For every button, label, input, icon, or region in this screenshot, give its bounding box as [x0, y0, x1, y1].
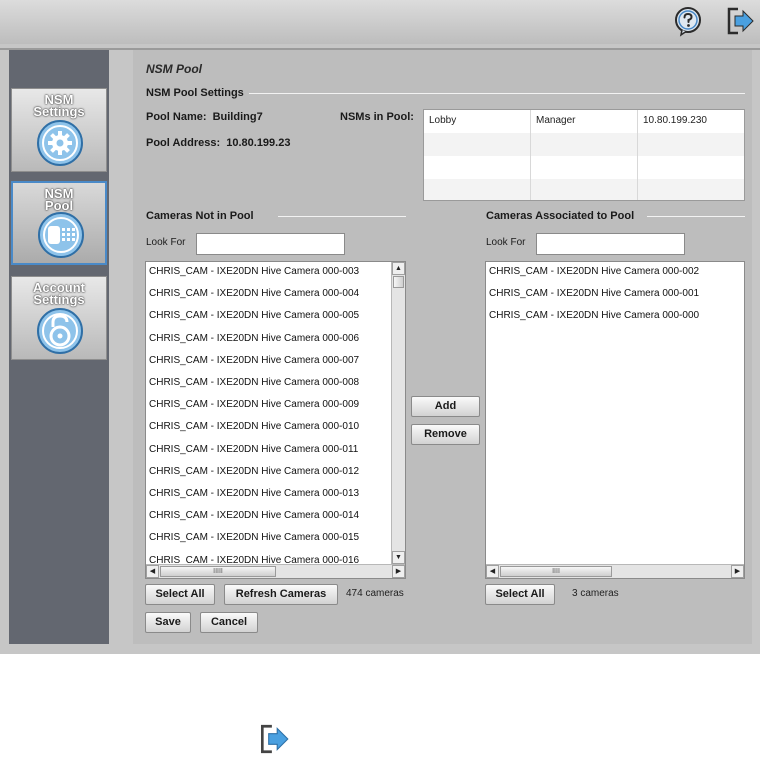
pool-name-label: Pool Name: Building7 — [146, 111, 263, 123]
horizontal-scrollbar[interactable]: ◀ IIII ▶ — [486, 564, 744, 578]
associated-count: 3 cameras — [572, 588, 619, 599]
list-item[interactable]: CHRIS_CAM - IXE20DN Hive Camera 000-003 — [149, 266, 359, 277]
list-item[interactable]: CHRIS_CAM - IXE20DN Hive Camera 000-002 — [489, 266, 699, 277]
scroll-right-icon[interactable]: ▶ — [392, 565, 405, 578]
pool-name-label-text: Pool Name: — [146, 111, 207, 123]
camera-pool-icon — [38, 212, 84, 258]
sidebar-item-label: Account Settings — [33, 280, 85, 307]
sidebar-item-nsm-settings[interactable]: NSM Settings — [11, 88, 107, 172]
list-item[interactable]: CHRIS_CAM - IXE20DN Hive Camera 000-006 — [149, 333, 359, 344]
add-button[interactable]: Add — [411, 396, 480, 417]
look-for-label: Look For — [146, 237, 186, 248]
horizontal-scrollbar[interactable]: ◀ IIIII ▶ — [146, 564, 405, 578]
cameras-not-in-pool-header: Cameras Not in Pool — [146, 210, 254, 222]
logout-icon[interactable] — [724, 5, 756, 37]
top-bar — [0, 0, 760, 44]
table-column-divider — [424, 133, 531, 200]
list-item[interactable]: CHRIS_CAM - IXE20DN Hive Camera 000-005 — [149, 310, 359, 321]
list-item[interactable]: CHRIS_CAM - IXE20DN Hive Camera 000-010 — [149, 421, 359, 432]
select-all-button[interactable]: Select All — [145, 584, 215, 605]
sidebar-item-account-settings[interactable]: Account Settings — [11, 276, 107, 360]
list-item[interactable]: CHRIS_CAM - IXE20DN Hive Camera 000-000 — [489, 310, 699, 321]
select-all-associated-button[interactable]: Select All — [485, 584, 555, 605]
divider — [278, 216, 406, 217]
content-panel: NSM Pool NSM Pool Settings Pool Name: Bu… — [133, 50, 752, 644]
refresh-cameras-button[interactable]: Refresh Cameras — [224, 584, 338, 605]
scroll-left-icon[interactable]: ◀ — [146, 565, 159, 578]
divider — [647, 216, 745, 217]
sidebar: NSM Settings NSM Pool Account Settings — [9, 50, 109, 644]
sidebar-item-label: NSM Settings — [33, 92, 85, 119]
list-item[interactable]: CHRIS_CAM - IXE20DN Hive Camera 000-011 — [149, 444, 358, 455]
scrollbar-thumb[interactable]: IIIII — [160, 566, 276, 577]
table-cell[interactable]: Lobby — [424, 110, 531, 133]
look-for-label: Look For — [486, 237, 526, 248]
page-title: NSM Pool — [146, 62, 202, 76]
lock-icon — [37, 308, 83, 354]
pool-address-label: Pool Address: 10.80.199.23 — [146, 137, 290, 149]
search-input-associated[interactable] — [536, 233, 685, 255]
divider — [249, 93, 745, 94]
cancel-button[interactable]: Cancel — [200, 612, 258, 633]
main-frame: NSM Settings NSM Pool Account Settings N… — [0, 44, 760, 654]
list-item[interactable]: CHRIS_CAM - IXE20DN Hive Camera 000-012 — [149, 466, 359, 477]
scroll-up-icon[interactable]: ▲ — [392, 262, 405, 275]
sidebar-item-label: NSM Pool — [44, 186, 74, 213]
scrollbar-thumb[interactable] — [393, 276, 404, 288]
sidebar-item-nsm-pool[interactable]: NSM Pool — [11, 181, 107, 265]
pool-name-value: Building7 — [212, 111, 263, 123]
not-in-pool-count: 474 cameras — [346, 588, 404, 599]
cameras-associated-list[interactable]: CHRIS_CAM - IXE20DN Hive Camera 000-002 C… — [485, 261, 745, 579]
list-item[interactable]: CHRIS_CAM - IXE20DN Hive Camera 000-001 — [489, 288, 699, 299]
list-item[interactable]: CHRIS_CAM - IXE20DN Hive Camera 000-014 — [149, 510, 359, 521]
logout-icon[interactable] — [257, 722, 291, 756]
pool-address-value: 10.80.199.23 — [226, 137, 291, 149]
list-item[interactable]: CHRIS_CAM - IXE20DN Hive Camera 000-009 — [149, 399, 359, 410]
list-item[interactable]: CHRIS_CAM - IXE20DN Hive Camera 000-007 — [149, 355, 359, 366]
list-item[interactable]: CHRIS_CAM - IXE20DN Hive Camera 000-013 — [149, 488, 359, 499]
list-item[interactable]: CHRIS_CAM - IXE20DN Hive Camera 000-004 — [149, 288, 359, 299]
list-item[interactable]: CHRIS_CAM - IXE20DN Hive Camera 000-008 — [149, 377, 359, 388]
scroll-down-icon[interactable]: ▼ — [392, 551, 405, 564]
cameras-not-in-pool-list[interactable]: CHRIS_CAM - IXE20DN Hive Camera 000-003 C… — [145, 261, 406, 579]
nsm-pool-table: Lobby Manager 10.80.199.230 — [423, 109, 745, 201]
save-button[interactable]: Save — [145, 612, 191, 633]
gear-icon — [37, 120, 83, 166]
vertical-scrollbar[interactable]: ▲ ▼ — [391, 262, 405, 564]
table-cell[interactable]: Manager — [531, 110, 638, 133]
nsms-in-pool-label: NSMs in Pool: — [340, 111, 414, 123]
settings-section-label: NSM Pool Settings — [146, 87, 244, 99]
scroll-right-icon[interactable]: ▶ — [731, 565, 744, 578]
table-column-divider — [531, 133, 638, 200]
remove-button[interactable]: Remove — [411, 424, 480, 445]
table-cell[interactable]: 10.80.199.230 — [638, 110, 745, 133]
scroll-left-icon[interactable]: ◀ — [486, 565, 499, 578]
pool-address-label-text: Pool Address: — [146, 137, 221, 149]
scrollbar-thumb[interactable]: IIII — [500, 566, 612, 577]
search-input-not-in-pool[interactable] — [196, 233, 345, 255]
list-item[interactable]: CHRIS_CAM - IXE20DN Hive Camera 000-015 — [149, 532, 359, 543]
cameras-associated-header: Cameras Associated to Pool — [486, 210, 635, 222]
help-icon[interactable] — [672, 5, 704, 37]
